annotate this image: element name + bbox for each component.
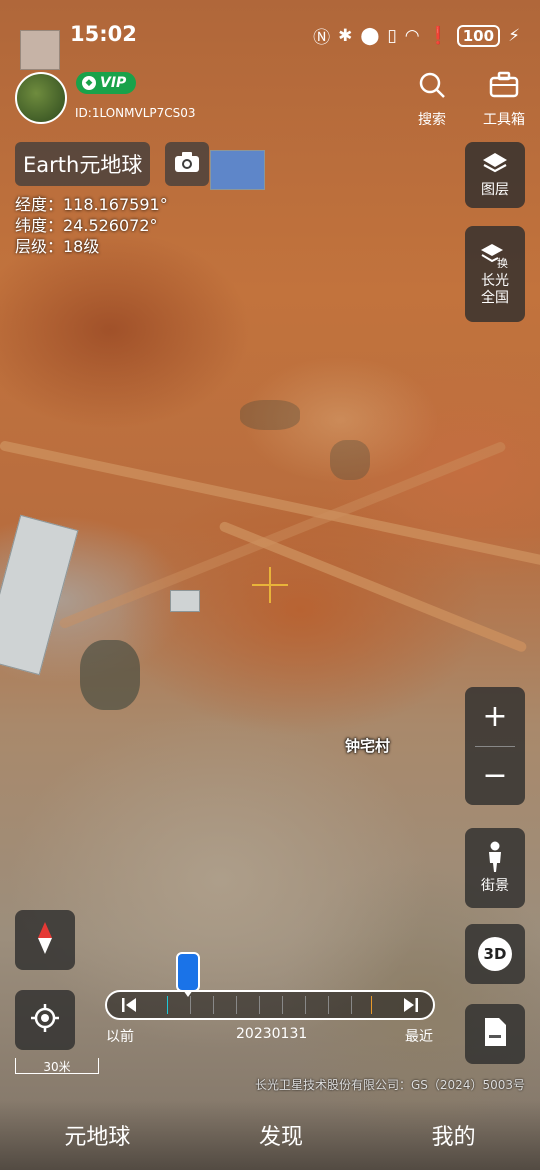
status-icons: Ⓝ ✱ ⬤ ▯ ◠ ❗ 100 ⚡ xyxy=(313,23,520,48)
street-view-button[interactable]: 街景 xyxy=(465,828,525,908)
avatar[interactable] xyxy=(15,72,67,124)
app-title[interactable]: Earth元地球 xyxy=(15,142,151,186)
toolbox-label: 工具箱 xyxy=(483,112,525,128)
status-bar: 15:02 Ⓝ ✱ ⬤ ▯ ◠ ❗ 100 ⚡ xyxy=(0,0,540,64)
timeline-tick xyxy=(213,996,214,1014)
svg-text:换: 换 xyxy=(497,256,508,268)
timeline-tick xyxy=(190,996,191,1014)
history-timeline[interactable] xyxy=(105,990,435,1020)
timeline-slider-handle[interactable] xyxy=(176,952,200,997)
map-vegetation xyxy=(330,440,370,480)
skip-back-icon[interactable] xyxy=(121,995,137,1019)
map-vegetation xyxy=(240,400,300,430)
zoom-control: + − xyxy=(465,687,525,805)
files-button[interactable] xyxy=(465,1004,525,1064)
zoom-level-text: 层级：18级 xyxy=(15,237,100,256)
street-view-label: 街景 xyxy=(481,878,509,894)
timeline-date: 20230131 xyxy=(236,1026,308,1042)
place-label[interactable]: 钟宅村 xyxy=(345,735,390,756)
location-icon: ⬤ xyxy=(360,25,380,46)
swap-layers-icon: 换 xyxy=(480,242,510,273)
alert-icon: ❗ xyxy=(427,25,449,46)
copyright-text: 长光卫星技术股份有限公司：GS（2024）5003号 xyxy=(255,1078,525,1092)
bottom-nav: 元地球 发现 我的 xyxy=(0,1100,540,1170)
camera-icon xyxy=(174,151,200,177)
bluetooth-icon: ✱ xyxy=(338,25,353,46)
toolbox-icon xyxy=(478,70,530,109)
image-source-button[interactable]: 换 长光 全国 xyxy=(465,226,525,322)
source-label-line2: 全国 xyxy=(481,289,509,306)
source-label-line1: 长光 xyxy=(481,272,509,289)
timeline-tick xyxy=(305,996,306,1014)
nav-tab-me[interactable]: 我的 xyxy=(432,1119,476,1151)
scale-bar: 30米 xyxy=(15,1058,99,1074)
map-crosshair xyxy=(252,567,288,603)
layers-label: 图层 xyxy=(481,182,509,198)
zoom-in-button[interactable]: + xyxy=(465,687,525,746)
status-time: 15:02 xyxy=(70,22,137,46)
nav-tab-earth[interactable]: 元地球 xyxy=(64,1119,130,1151)
layers-icon xyxy=(481,151,509,182)
search-icon xyxy=(409,70,455,109)
longitude-text: 经度：118.167591° xyxy=(15,195,168,214)
latitude-text: 纬度：24.526072° xyxy=(15,216,158,235)
skip-forward-icon[interactable] xyxy=(403,995,419,1019)
user-id: ID:1LONMVLP7CS03 xyxy=(75,106,196,120)
compass-button[interactable] xyxy=(15,910,75,970)
nav-tab-discover[interactable]: 发现 xyxy=(259,1119,303,1151)
vibrate-icon: ▯ xyxy=(387,25,397,46)
wifi-icon: ◠ xyxy=(404,25,420,46)
camera-button[interactable] xyxy=(165,142,209,186)
map-building xyxy=(210,150,265,190)
3d-icon: 3D xyxy=(478,937,512,971)
map-building xyxy=(0,514,79,676)
timeline-tick xyxy=(328,996,329,1014)
locate-icon xyxy=(30,1003,60,1037)
search-button[interactable]: 搜索 xyxy=(409,70,455,129)
search-label: 搜索 xyxy=(418,112,446,128)
timeline-tick xyxy=(371,996,372,1014)
timeline-tick xyxy=(236,996,237,1014)
charging-icon: ⚡ xyxy=(508,25,520,46)
map-vegetation xyxy=(80,640,140,710)
timeline-tick xyxy=(167,996,168,1014)
timeline-tick xyxy=(351,996,352,1014)
coordinate-readout: 经度：118.167591° 纬度：24.526072° 层级：18级 xyxy=(15,194,168,257)
timeline-prev-label: 以前 xyxy=(106,1029,134,1045)
vip-icon: ◆ xyxy=(82,76,96,90)
timeline-latest-label: 最近 xyxy=(405,1029,433,1045)
map-building xyxy=(170,590,200,612)
battery-indicator: 100 xyxy=(456,24,501,47)
timeline-tick xyxy=(259,996,260,1014)
person-icon xyxy=(484,841,506,878)
layers-button[interactable]: 图层 xyxy=(465,142,525,208)
compass-icon xyxy=(36,921,54,959)
vip-badge[interactable]: ◆ VIP xyxy=(76,72,136,94)
timeline-tick xyxy=(282,996,283,1014)
vip-label: VIP xyxy=(100,75,127,91)
locate-button[interactable] xyxy=(15,990,75,1050)
toolbox-button[interactable]: 工具箱 xyxy=(478,70,530,129)
3d-button[interactable]: 3D xyxy=(465,924,525,984)
zoom-out-button[interactable]: − xyxy=(465,746,525,805)
nfc-icon: Ⓝ xyxy=(313,28,331,48)
folder-icon xyxy=(482,1017,508,1052)
